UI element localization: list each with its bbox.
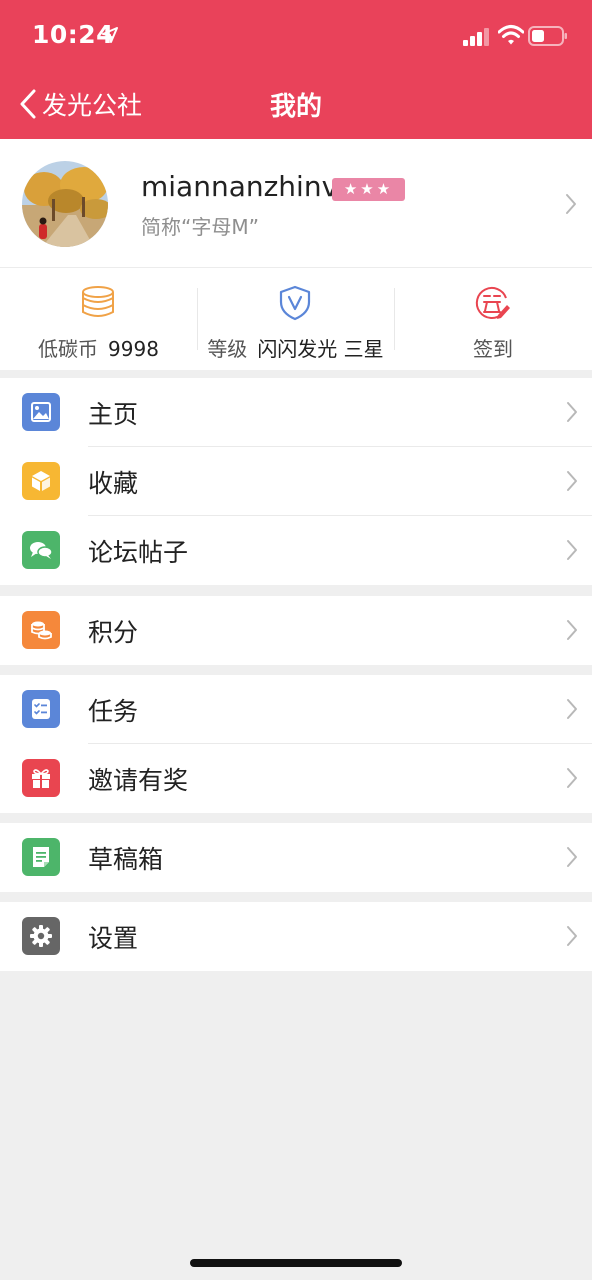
menu-label-home: 主页 xyxy=(88,400,139,429)
sign-in-icon xyxy=(475,286,510,319)
low-carbon-coins[interactable]: 低碳币 9998 xyxy=(0,268,197,370)
profile-card[interactable]: miannanzhinv ★★★ 简称“字母M” xyxy=(0,139,592,268)
gift-icon xyxy=(22,759,60,797)
menu-item-settings[interactable]: 设置 xyxy=(0,902,592,971)
menu-item-favorites[interactable]: 收藏 xyxy=(0,447,592,516)
chevron-right-icon xyxy=(566,194,576,214)
document-edit-icon xyxy=(22,838,60,876)
location-arrow-icon xyxy=(102,27,118,43)
menu-item-forum-posts[interactable]: 论坛帖子 xyxy=(0,516,592,585)
stats-bar: 低碳币 9998 等级 闪闪发光 三星 签到 xyxy=(0,268,592,370)
avatar xyxy=(22,161,108,247)
level[interactable]: 等级 闪闪发光 三星 xyxy=(197,268,394,370)
menu-item-invite[interactable]: 邀请有奖 xyxy=(0,744,592,813)
sign-in-button[interactable]: 签到 xyxy=(394,268,592,370)
gear-icon xyxy=(22,917,60,955)
shield-v-icon xyxy=(279,285,311,321)
chevron-right-icon xyxy=(567,471,577,491)
menu-label-settings: 设置 xyxy=(88,924,139,953)
box-icon xyxy=(22,462,60,500)
menu-label-forum-posts: 论坛帖子 xyxy=(88,538,189,567)
checklist-icon xyxy=(22,690,60,728)
username: miannanzhinv xyxy=(141,170,339,203)
chevron-right-icon xyxy=(567,540,577,560)
page-title: 我的 xyxy=(269,92,322,122)
chevron-right-icon xyxy=(567,768,577,788)
wifi-icon xyxy=(498,25,524,45)
menu-group-content: 主页 收藏 论坛帖子 xyxy=(0,378,592,585)
menu-group-tasks: 任务 邀请有奖 xyxy=(0,675,592,813)
menu-label-tasks: 任务 xyxy=(88,697,139,726)
menu-label-drafts: 草稿箱 xyxy=(88,845,164,874)
menu-label-favorites: 收藏 xyxy=(88,469,139,498)
coins-value: 9998 xyxy=(108,337,159,361)
menu-group-points: 积分 xyxy=(0,596,592,665)
image-icon xyxy=(22,393,60,431)
coins-icon xyxy=(22,611,60,649)
chevron-right-icon xyxy=(567,402,577,422)
menu-group-drafts: 草稿箱 xyxy=(0,823,592,892)
battery-icon xyxy=(528,26,567,46)
level-label: 等级 xyxy=(207,337,248,361)
nickname: 简称“字母M” xyxy=(141,215,259,239)
chevron-right-icon xyxy=(567,620,577,640)
level-value: 闪闪发光 三星 xyxy=(257,337,384,361)
chevron-right-icon xyxy=(567,926,577,946)
coins-stack-icon xyxy=(82,286,114,317)
menu-item-drafts[interactable]: 草稿箱 xyxy=(0,823,592,892)
chevron-right-icon xyxy=(567,699,577,719)
sign-in-label: 签到 xyxy=(473,337,513,361)
menu-item-home[interactable]: 主页 xyxy=(0,378,592,447)
chevron-right-icon xyxy=(567,847,577,867)
home-indicator[interactable] xyxy=(190,1259,402,1267)
chat-bubbles-icon xyxy=(22,531,60,569)
star-level-badge: ★★★ xyxy=(332,178,405,201)
coins-label: 低碳币 xyxy=(38,337,99,361)
top-bar: 10:24 发光公社 我的 xyxy=(0,0,592,139)
menu-group-settings: 设置 xyxy=(0,902,592,971)
menu-label-invite: 邀请有奖 xyxy=(88,766,189,795)
menu-label-points: 积分 xyxy=(88,618,139,647)
menu-item-points[interactable]: 积分 xyxy=(0,596,592,665)
menu-item-tasks[interactable]: 任务 xyxy=(0,675,592,744)
signal-icon xyxy=(463,28,489,46)
